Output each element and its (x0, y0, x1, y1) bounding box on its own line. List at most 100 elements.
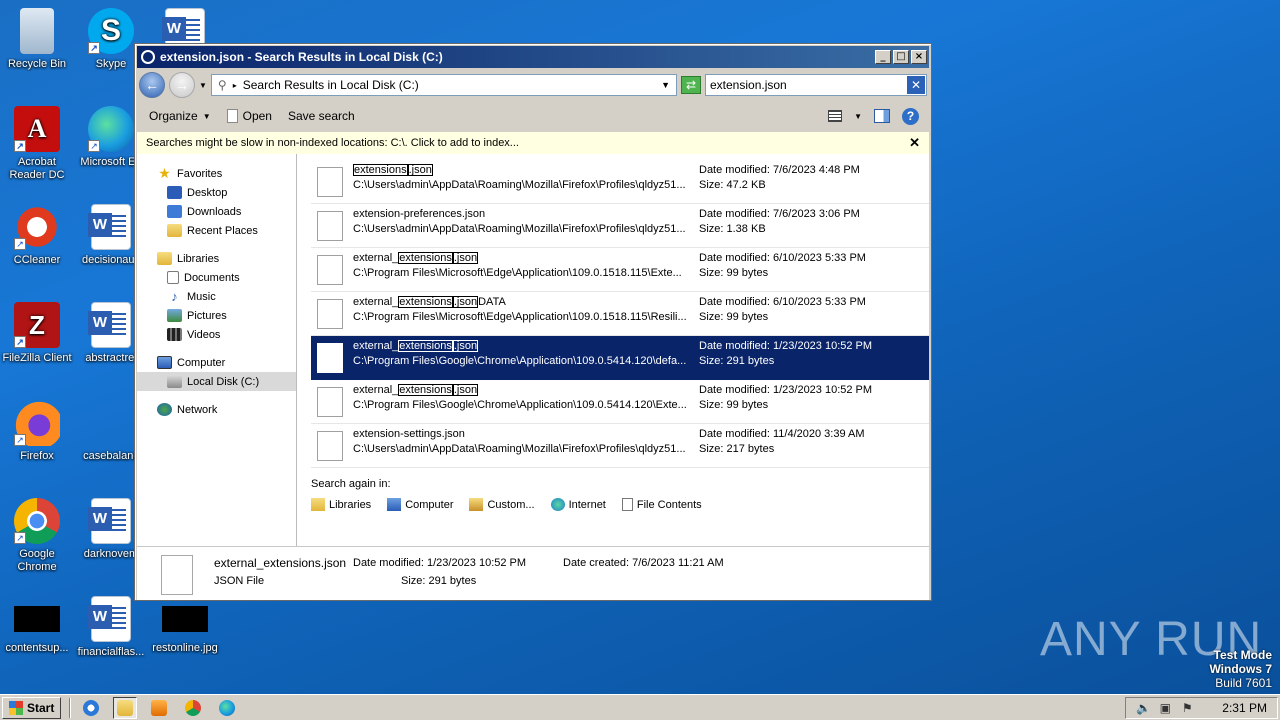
result-file-path: C:\Users\admin\AppData\Roaming\Mozilla\F… (353, 179, 686, 191)
word-document-icon (88, 302, 131, 348)
history-dropdown-icon[interactable]: ▼ (199, 81, 207, 90)
nav-recent-places[interactable]: Recent Places (137, 221, 296, 240)
nav-computer[interactable]: Computer (137, 353, 296, 372)
search-again-computer[interactable]: Computer (387, 498, 453, 511)
network-icon[interactable]: ▣ (1158, 701, 1172, 715)
result-size: Size: 1.38 KB (699, 223, 766, 235)
name-match-highlight: extensions (398, 384, 453, 396)
os-label: Windows 7 (1209, 662, 1272, 676)
minimize-button[interactable]: _ (875, 50, 891, 64)
system-tray: 🔈 ▣ ⚑ 2:31 PM (1125, 696, 1278, 719)
taskbar-explorer[interactable] (113, 696, 138, 719)
videos-icon (167, 328, 182, 341)
nav-documents[interactable]: Documents (137, 268, 296, 287)
search-again-label: Search again in: (311, 478, 391, 490)
view-options-icon[interactable] (828, 110, 843, 122)
search-box[interactable]: ✕ (705, 74, 927, 96)
nav-label: Network (177, 403, 218, 416)
search-input[interactable] (710, 78, 907, 92)
forward-button[interactable]: → (169, 72, 195, 98)
search-again-custom[interactable]: Custom... (469, 498, 535, 511)
nav-videos[interactable]: Videos (137, 325, 296, 344)
option-label: Computer (405, 498, 454, 511)
clock[interactable]: 2:31 PM (1222, 701, 1267, 715)
nav-downloads[interactable]: Downloads (137, 202, 296, 221)
name-part: external_ (353, 252, 399, 264)
test-mode-label: Test Mode (1213, 648, 1272, 662)
maximize-button[interactable]: □ (893, 50, 909, 64)
taskbar-ie[interactable] (79, 697, 103, 719)
taskbar-media-player[interactable] (147, 697, 171, 719)
desktop-icon-restonline[interactable]: restonline.jpg (148, 596, 222, 655)
breadcrumb[interactable]: Search Results in Local Disk (C:) (243, 78, 655, 92)
desktop-icon-contentsup[interactable]: contentsup... (0, 596, 74, 655)
search-result-row[interactable]: extensions .json C:\Users\admin\AppData\R… (311, 160, 929, 204)
chevron-down-icon[interactable]: ▼ (854, 112, 862, 121)
chrome-icon: ↗ (14, 498, 60, 544)
name-match-highlight: .json (407, 164, 433, 176)
address-dropdown-icon[interactable]: ▼ (661, 80, 670, 90)
help-icon[interactable]: ? (902, 107, 919, 125)
breadcrumb-separator-icon[interactable]: ▸ (233, 81, 237, 90)
navigation-pane: ★ Favorites Desktop Downloads Recent Plac… (137, 154, 297, 546)
title-bar[interactable]: extension.json - Search Results in Local… (137, 46, 929, 68)
nav-desktop[interactable]: Desktop (137, 183, 296, 202)
save-search-button[interactable]: Save search (280, 105, 363, 127)
result-date-modified: Date modified: 7/6/2023 4:48 PM (699, 164, 860, 176)
close-button[interactable]: × (911, 50, 927, 64)
organize-button[interactable]: Organize ▼ (141, 105, 219, 127)
search-again-libraries[interactable]: Libraries (311, 498, 371, 511)
desktop-icon-chrome[interactable]: ↗ Google Chrome (0, 498, 74, 574)
desktop-icon-filezilla[interactable]: Z ↗ FileZilla Client (0, 302, 74, 365)
taskbar-chrome[interactable] (181, 697, 205, 719)
desktop-icon-acrobat[interactable]: A ↗ Acrobat Reader DC (0, 106, 74, 182)
desktop-icon-recycle-bin[interactable]: Recycle Bin (0, 8, 74, 71)
desktop-icon-firefox[interactable]: ↗ Firefox (0, 400, 74, 463)
result-file-name: extension-settings.json (353, 427, 689, 442)
nav-libraries[interactable]: Libraries (137, 249, 296, 268)
result-file-name: external_extensions .json (353, 383, 689, 398)
address-field[interactable]: ⚲ ▸ Search Results in Local Disk (C:) ▼ (210, 74, 677, 96)
taskbar-edge[interactable] (215, 697, 239, 719)
result-file-path: C:\Program Files\Google\Chrome\Applicati… (353, 355, 687, 367)
details-size: Size: 291 bytes (401, 575, 477, 587)
desktop-icon-label: restonline.jpg (152, 642, 218, 654)
nav-pictures[interactable]: Pictures (137, 306, 296, 325)
desktop-icon-financialflas[interactable]: financialflas... (74, 596, 148, 659)
desktop-icon-ccleaner[interactable]: ↗ CCleaner (0, 204, 74, 267)
search-again-internet[interactable]: Internet (550, 498, 606, 511)
result-date-modified: Date modified: 1/23/2023 10:52 PM (699, 384, 873, 396)
nav-local-disk[interactable]: Local Disk (C:) (137, 372, 296, 391)
nav-label: Pictures (187, 309, 227, 322)
search-result-row[interactable]: external_extensions .json C:\Program File… (311, 248, 929, 292)
nav-favorites[interactable]: ★ Favorites (137, 164, 296, 183)
info-bar-text: Searches might be slow in non-indexed lo… (146, 137, 519, 149)
desktop-icon-label: Acrobat Reader DC (9, 156, 65, 181)
nav-music[interactable]: ♪ Music (137, 287, 296, 306)
result-date-modified: Date modified: 1/23/2023 10:52 PM (699, 340, 873, 352)
search-result-row[interactable]: external_extensions .json C:\Program File… (311, 380, 929, 424)
preview-pane-icon[interactable] (874, 109, 890, 123)
back-button[interactable]: ← (139, 72, 165, 98)
search-result-row[interactable]: external_extensions .jsonDATA C:\Program … (311, 292, 929, 336)
search-result-row[interactable]: external_extensions .json C:\Program File… (311, 336, 929, 380)
nav-label: Videos (187, 328, 221, 341)
nav-network[interactable]: Network (137, 400, 296, 419)
result-date-modified: Date modified: 6/10/2023 5:33 PM (699, 252, 866, 264)
refresh-button[interactable]: ⇄ (681, 76, 701, 94)
image-thumbnail-icon (162, 606, 208, 632)
open-button[interactable]: Open (219, 105, 280, 127)
close-info-bar-icon[interactable]: ✕ (909, 135, 920, 151)
build-label: Build 7601 (1215, 676, 1272, 690)
pictures-icon (167, 309, 182, 322)
search-result-row[interactable]: extension-preferences.json C:\Users\admi… (311, 204, 929, 248)
flag-icon[interactable]: ⚑ (1180, 701, 1194, 715)
desktop-icon (167, 186, 182, 199)
search-result-row[interactable]: extension-settings.json C:\Users\admin\A… (311, 424, 929, 468)
index-info-bar[interactable]: Searches might be slow in non-indexed lo… (137, 132, 929, 154)
volume-icon[interactable]: 🔈 (1136, 701, 1151, 715)
search-again-file-contents[interactable]: File Contents (621, 498, 702, 511)
recent-places-icon (167, 224, 182, 237)
clear-search-icon[interactable]: ✕ (907, 76, 925, 94)
start-button[interactable]: Start (2, 696, 62, 719)
